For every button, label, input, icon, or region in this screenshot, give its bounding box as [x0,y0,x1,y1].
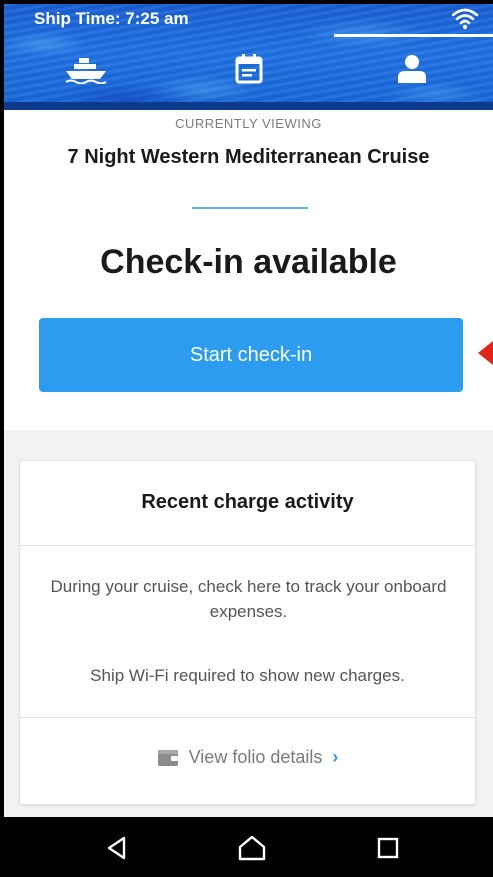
status-bar: Ship Time: 7:25 am [4,4,493,34]
nav-home-button[interactable] [232,831,272,865]
profile-icon [397,55,426,83]
section-divider [192,207,308,209]
header-banner: Ship Time: 7:25 am [4,4,493,110]
ship-icon [64,58,107,84]
card-body-text: During your cruise, check here to track … [50,577,447,621]
android-nav-bar [4,817,493,877]
tab-calendar[interactable] [167,36,330,102]
folio-link-label: View folio details [188,746,323,767]
checkin-title: Check-in available [100,243,397,281]
tab-ship[interactable] [4,36,167,102]
calendar-icon [235,54,262,84]
view-folio-link[interactable]: View folio details › [20,744,475,770]
ship-time: Ship Time: 7:25 am [34,9,189,28]
wifi-required-note: Ship Wi-Fi required to show new charges. [90,666,405,685]
chevron-right-icon: › [332,746,339,767]
nav-back-button[interactable] [97,831,137,865]
card-title: Recent charge activity [141,491,354,513]
nav-recents-button[interactable] [368,831,408,865]
home-icon [238,835,266,861]
start-checkin-button[interactable]: Start check-in [39,318,463,392]
wallet-icon [157,750,178,766]
card-separator [20,545,475,546]
header-bottom-band [4,102,493,110]
currently-viewing-label: CURRENTLY VIEWING [175,116,322,131]
back-icon [107,836,126,860]
recents-icon [377,837,399,859]
pointer-arrow-icon [478,341,493,365]
card-separator [20,717,475,718]
recent-charges-card: Recent charge activity During your cruis… [19,460,476,805]
tab-profile[interactable] [330,36,493,102]
wifi-icon [452,8,478,30]
cruise-name[interactable]: 7 Night Western Mediterranean Cruise [4,146,493,169]
